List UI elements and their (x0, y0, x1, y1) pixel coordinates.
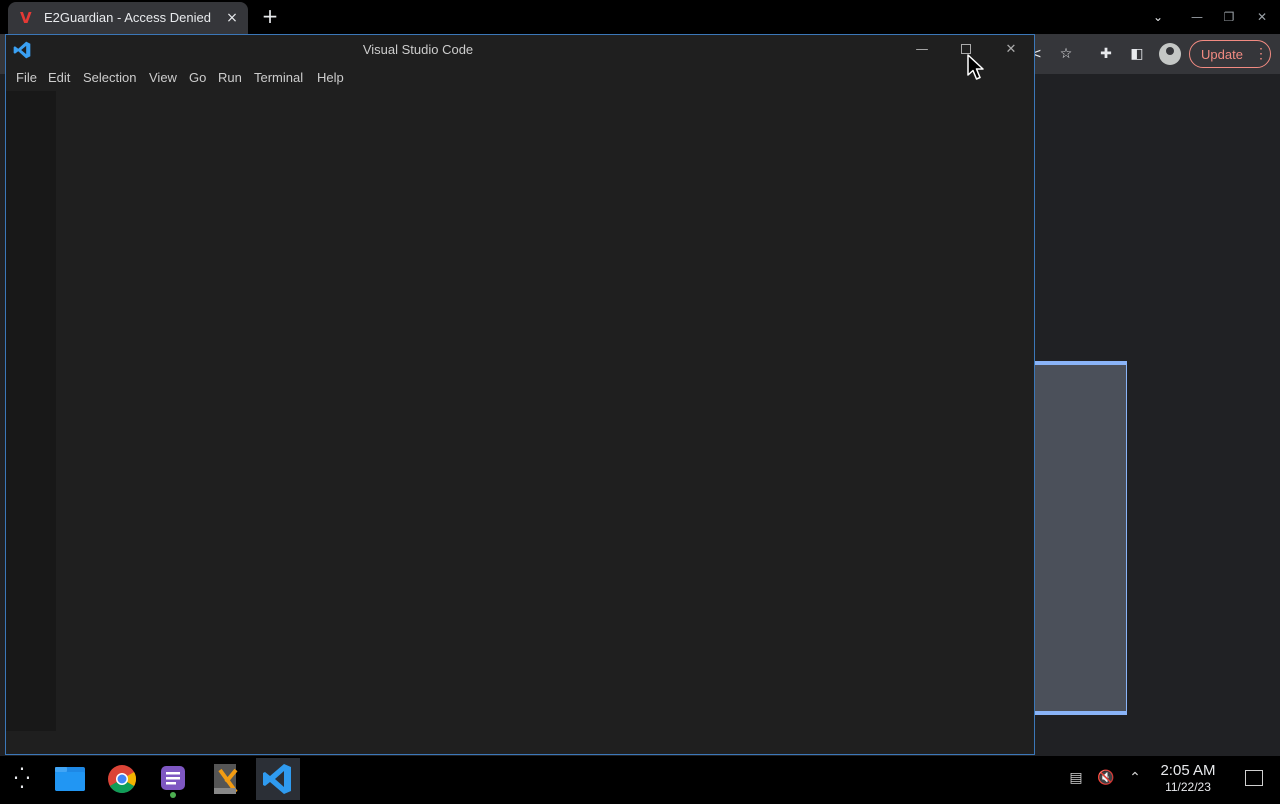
menu-edit[interactable]: Edit (48, 70, 70, 85)
menu-file[interactable]: File (16, 70, 37, 85)
file-manager-icon[interactable] (48, 758, 92, 800)
vscode-icon-graphic (263, 764, 291, 794)
update-label: Update (1201, 47, 1243, 62)
chrome-icon-graphic (108, 765, 136, 793)
clock-time[interactable]: 2:05 AM (1150, 762, 1226, 779)
menu-run[interactable]: Run (218, 70, 242, 85)
e2guardian-v-icon: V (20, 9, 32, 27)
close-icon[interactable]: ✕ (999, 39, 1023, 61)
profile-avatar-icon[interactable] (1159, 43, 1181, 65)
vscode-titlebar[interactable]: Visual Studio Code — ✕ (6, 35, 1034, 65)
browser-close-icon[interactable]: ✕ (1252, 7, 1272, 27)
tab-title: E2Guardian - Access Denied (44, 10, 211, 25)
status-bar (6, 731, 1034, 754)
chat-app-icon[interactable] (152, 758, 196, 800)
minimize-icon[interactable]: — (910, 39, 934, 61)
window-title: Visual Studio Code (362, 42, 474, 57)
tab-close-icon[interactable]: × (222, 8, 242, 28)
menu-help[interactable]: Help (317, 70, 344, 85)
chrome-icon[interactable] (100, 758, 144, 800)
ide-app-icon[interactable] (204, 758, 248, 800)
menu-terminal[interactable]: Terminal (254, 70, 303, 85)
bookmark-star-icon[interactable]: ☆ (1056, 44, 1076, 64)
mouse-cursor-icon (967, 54, 984, 80)
maximize-icon[interactable] (961, 44, 971, 54)
new-tab-button[interactable]: + (258, 5, 282, 29)
vscode-window: Visual Studio Code — ✕ File Edit Selecti… (5, 34, 1035, 755)
side-panel-icon[interactable]: ◧ (1127, 44, 1147, 64)
file-manager-icon-graphic (55, 767, 85, 791)
activity-bar (6, 91, 56, 731)
clock-date[interactable]: 11/22/23 (1150, 780, 1226, 794)
clipboard-icon[interactable]: ▤ (1066, 768, 1086, 788)
browser-restore-icon[interactable]: ❐ (1219, 7, 1239, 27)
tab-search-icon[interactable]: ⌄ (1148, 7, 1168, 27)
snap-preview-panel (1034, 361, 1127, 715)
vscode-icon[interactable] (256, 758, 300, 800)
update-button[interactable]: Update ⋮ (1189, 40, 1271, 68)
ide-app-icon-graphic (214, 764, 238, 794)
notifications-icon[interactable] (1245, 770, 1263, 786)
chat-app-icon-graphic (161, 766, 185, 798)
browser-tab[interactable]: V E2Guardian - Access Denied × (8, 2, 248, 34)
editor-area[interactable] (56, 91, 1034, 731)
menu-go[interactable]: Go (189, 70, 206, 85)
extensions-icon[interactable]: ✚ (1096, 44, 1116, 64)
chevron-up-icon[interactable]: ⌃ (1125, 768, 1145, 788)
browser-minimize-icon[interactable]: — (1187, 7, 1207, 27)
launcher-icon[interactable]: ⁛ (10, 766, 34, 790)
more-menu-icon[interactable]: ⋮ (1254, 45, 1268, 62)
menu-bar: File Edit Selection View Go Run Terminal… (6, 65, 1034, 91)
browser-tabbar: V E2Guardian - Access Denied × + ⌄ — ❐ ✕ (0, 0, 1280, 34)
volume-muted-icon[interactable]: 🔇 (1096, 768, 1116, 788)
menu-selection[interactable]: Selection (83, 70, 136, 85)
taskbar: ⁛ ▤ 🔇 ⌃ 2:05 AM 11/22/23 (0, 756, 1280, 800)
menu-view[interactable]: View (149, 70, 177, 85)
